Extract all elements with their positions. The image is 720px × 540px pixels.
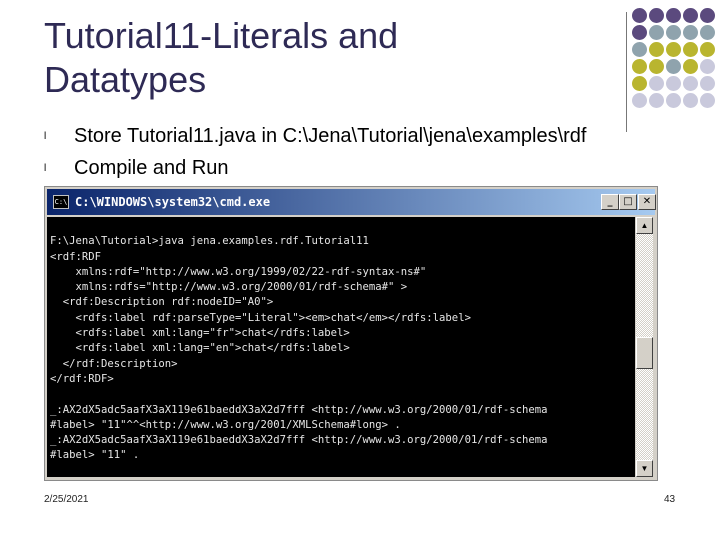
console-line: #label> "11"^^<http://www.w3.org/2001/XM… bbox=[50, 418, 401, 431]
decorative-dot bbox=[683, 42, 698, 57]
decorative-dot bbox=[649, 25, 664, 40]
decorative-dot bbox=[632, 8, 647, 23]
console-line: _:AX2dX5adc5aafX3aX119e61baeddX3aX2d7fff… bbox=[50, 434, 548, 447]
decorative-dot-grid bbox=[632, 8, 720, 118]
decorative-dot bbox=[700, 8, 715, 23]
console-line: xmlns:rdfs="http://www.w3.org/2000/01/rd… bbox=[50, 281, 408, 294]
decorative-dot bbox=[683, 25, 698, 40]
console-line: #label> "11" . bbox=[50, 449, 140, 462]
decorative-dot bbox=[700, 59, 715, 74]
cmd-titlebar[interactable]: C:\ C:\WINDOWS\system32\cmd.exe _ □ ✕ bbox=[47, 189, 656, 215]
decorative-dot bbox=[632, 76, 647, 91]
maximize-button[interactable]: □ bbox=[619, 194, 637, 210]
decorative-dot bbox=[649, 59, 664, 74]
console-line: <rdfs:label xml:lang="fr">chat</rdfs:lab… bbox=[50, 327, 350, 340]
decorative-dot bbox=[683, 93, 698, 108]
scroll-up-button[interactable]: ▲ bbox=[636, 217, 653, 234]
console-line: </rdf:RDF> bbox=[50, 372, 114, 385]
console-line: <rdf:Description rdf:nodeID="A0"> bbox=[50, 296, 274, 309]
cmd-window-title: C:\WINDOWS\system32\cmd.exe bbox=[75, 195, 271, 209]
decorative-dot bbox=[632, 93, 647, 108]
console-line: <rdfs:label rdf:parseType="Literal"><em>… bbox=[50, 311, 471, 324]
decorative-dot bbox=[683, 59, 698, 74]
title-line-1: Tutorial11-Literals and bbox=[44, 15, 399, 56]
bullet-item: l Compile and Run bbox=[44, 152, 684, 184]
console-line: <rdf:RDF bbox=[50, 250, 102, 263]
decorative-dot bbox=[632, 42, 647, 57]
bullet-marker: l bbox=[44, 130, 47, 142]
decorative-dot bbox=[666, 93, 681, 108]
decorative-dot bbox=[649, 42, 664, 57]
console-line: xmlns:rdf="http://www.w3.org/1999/02/22-… bbox=[50, 265, 427, 278]
minimize-button[interactable]: _ bbox=[601, 194, 619, 210]
slide-page-number: 43 bbox=[664, 494, 676, 505]
bullet-text-store: Store Tutorial11.java in C:\Jena\Tutoria… bbox=[74, 124, 587, 147]
decorative-dot bbox=[683, 8, 698, 23]
decorative-dot bbox=[649, 8, 664, 23]
decorative-dot bbox=[700, 93, 715, 108]
decorative-dot bbox=[649, 76, 664, 91]
slide-date: 2/25/2021 bbox=[44, 494, 89, 505]
decorative-dot bbox=[700, 76, 715, 91]
title-line-2: Datatypes bbox=[44, 59, 207, 100]
bullet-list: l Store Tutorial11.java in C:\Jena\Tutor… bbox=[44, 120, 684, 184]
console-line: F:\Jena\Tutorial>java jena.examples.rdf.… bbox=[50, 235, 369, 248]
decorative-divider bbox=[626, 12, 627, 132]
bullet-item: l Store Tutorial11.java in C:\Jena\Tutor… bbox=[44, 120, 684, 152]
decorative-dot bbox=[666, 42, 681, 57]
scrollbar-thumb[interactable] bbox=[636, 337, 653, 369]
decorative-dot bbox=[666, 59, 681, 74]
cmd-app-icon[interactable]: C:\ bbox=[53, 195, 69, 209]
close-button[interactable]: ✕ bbox=[638, 194, 656, 210]
console-text: F:\Jena\Tutorial>java jena.examples.rdf.… bbox=[50, 219, 547, 464]
decorative-dot bbox=[700, 42, 715, 57]
decorative-dot bbox=[700, 25, 715, 40]
decorative-dot bbox=[666, 8, 681, 23]
scroll-down-button[interactable]: ▼ bbox=[636, 460, 653, 477]
vertical-scrollbar[interactable]: ▲ ▼ bbox=[636, 217, 653, 477]
decorative-dot bbox=[632, 25, 647, 40]
bullet-marker: l bbox=[44, 162, 47, 174]
bullet-text-compile: Compile and Run bbox=[74, 156, 229, 179]
console-line: </rdf:Description> bbox=[50, 357, 178, 370]
decorative-dot bbox=[632, 59, 647, 74]
console-line: <rdfs:label xml:lang="en">chat</rdfs:lab… bbox=[50, 342, 350, 355]
console-output-area[interactable]: F:\Jena\Tutorial>java jena.examples.rdf.… bbox=[47, 217, 635, 477]
decorative-dot bbox=[666, 25, 681, 40]
decorative-dot bbox=[683, 76, 698, 91]
decorative-dot bbox=[666, 76, 681, 91]
slide-title: Tutorial11-Literals and Datatypes bbox=[44, 14, 604, 102]
cmd-window[interactable]: C:\ C:\WINDOWS\system32\cmd.exe _ □ ✕ F:… bbox=[44, 186, 658, 481]
decorative-dot bbox=[649, 93, 664, 108]
console-line: _:AX2dX5adc5aafX3aX119e61baeddX3aX2d7fff… bbox=[50, 403, 548, 416]
